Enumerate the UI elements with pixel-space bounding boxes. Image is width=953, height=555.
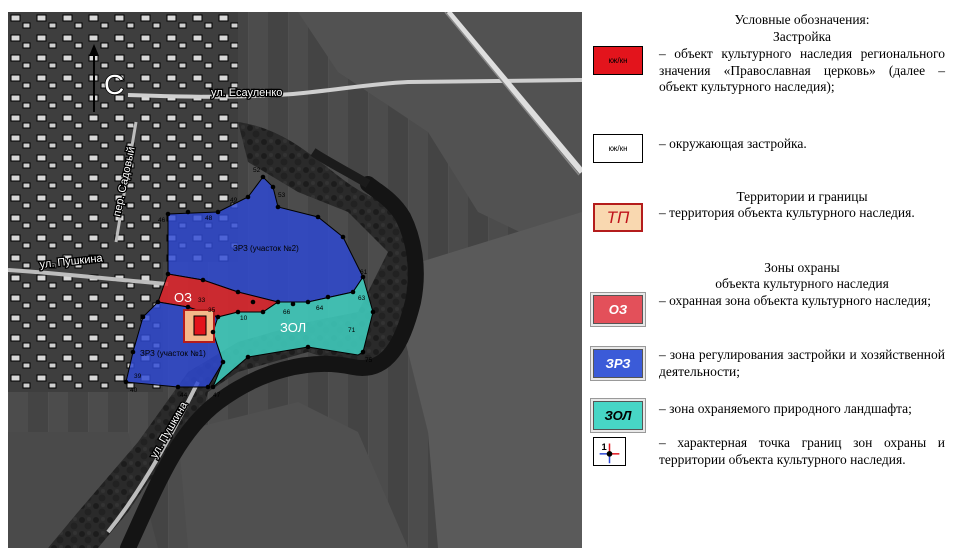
svg-text:47: 47 [213,392,221,399]
svg-text:35: 35 [208,307,216,314]
svg-text:44: 44 [180,392,188,399]
zone-label-zol: ЗОЛ [280,320,306,335]
svg-text:39: 39 [134,373,142,380]
point-text: – характерная точка границ зон охраны и … [659,435,945,467]
zol-symbol: ЗОЛ [593,401,643,430]
svg-text:71: 71 [348,327,356,334]
svg-text:53: 53 [278,192,286,199]
svg-text:10: 10 [240,315,248,322]
svg-text:33: 33 [198,297,206,304]
surround-text: – окружающая застройка. [659,136,807,151]
legend-section-build: Застройка [773,29,831,44]
svg-text:С: С [104,69,124,100]
territory-symbol: ТП [593,203,643,232]
svg-text:48: 48 [205,215,213,222]
zone-label-zrz2: ЗРЗ (участок №2) [233,244,299,253]
legend-section-territory: Территории и границы [736,189,868,204]
zol-text: – зона охраняемого природного ландшафта; [659,401,912,416]
legend-section-zones-2: объекта культурного наследия [715,276,889,291]
svg-text:1: 1 [602,441,607,452]
boundary-point-icon: 1 [599,441,620,464]
zone-label-oz: ОЗ [174,290,192,305]
point-symbol: 1 [593,437,626,466]
territory-text: – территория объекта культурного наследи… [659,205,915,220]
street-esaulenko: ул. Есауленко [211,87,282,99]
svg-text:66: 66 [283,309,291,316]
svg-text:64: 64 [316,305,324,312]
svg-text:75: 75 [365,357,373,364]
heritage-text: – объект культурного наследия региональн… [659,46,945,94]
zrz-text: – зона регулирования застройки и хозяйст… [659,347,945,379]
oz-symbol: ОЗ [593,295,643,324]
heritage-symbol: кж/кн [593,46,643,75]
zrz-symbol: ЗРЗ [593,349,643,378]
svg-text:52: 52 [253,167,261,174]
legend-section-zones-1: Зоны охраны [764,260,840,275]
svg-text:46: 46 [158,217,166,224]
svg-text:49: 49 [230,197,238,204]
zone-label-zrz1: ЗРЗ (участок №1) [140,349,206,358]
svg-text:61: 61 [360,269,368,276]
svg-text:63: 63 [358,295,366,302]
legend-heading: Условные обозначения: [734,12,870,27]
surround-symbol: кж/кн [593,134,643,163]
aerial-map[interactable]: 46 48 49 52 53 61 63 64 66 33 35 10 47 4… [8,12,582,548]
map-canvas: 46 48 49 52 53 61 63 64 66 33 35 10 47 4… [8,12,582,548]
svg-text:40: 40 [130,387,138,394]
oz-text: – охранная зона объекта культурного насл… [659,293,931,308]
heritage-church [193,315,207,336]
